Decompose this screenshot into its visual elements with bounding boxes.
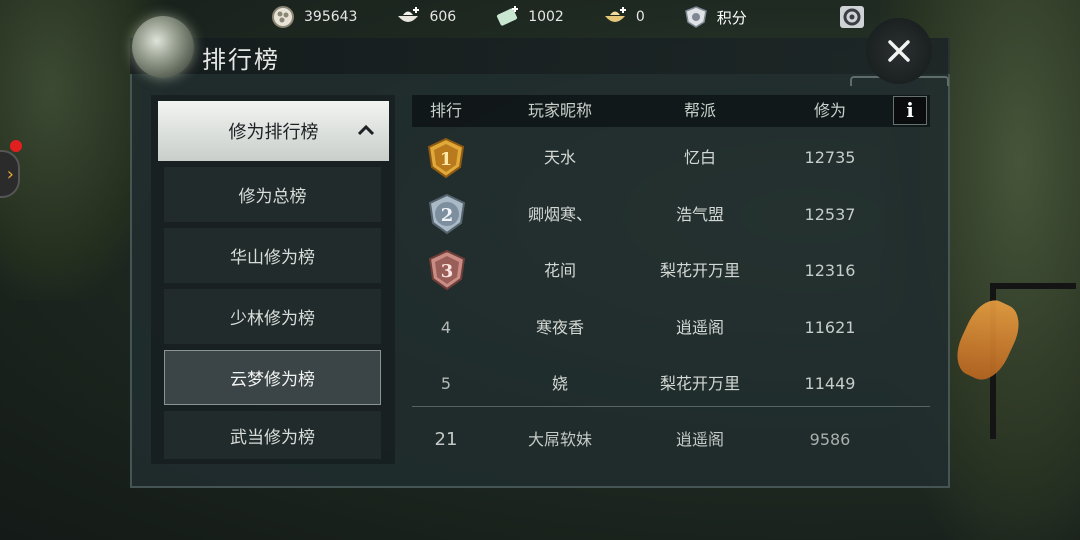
score-value: 12537 bbox=[804, 205, 856, 224]
resource-ingot-bowl[interactable]: 606 bbox=[395, 6, 456, 28]
notification-dot bbox=[10, 140, 22, 152]
column-header-rank: 排行 bbox=[429, 101, 462, 120]
guild-name: 梨花开万里 bbox=[659, 374, 740, 393]
close-icon bbox=[888, 40, 910, 62]
score-value: 12316 bbox=[804, 261, 856, 280]
score-value: 11621 bbox=[804, 318, 856, 337]
my-rank-number: 21 bbox=[434, 429, 458, 450]
coin-purse-icon bbox=[270, 6, 296, 28]
rank-number: 5 bbox=[440, 374, 452, 393]
menu-item-wudang[interactable]: 武当修为榜 bbox=[164, 411, 381, 459]
guild-name: 浩气盟 bbox=[675, 205, 724, 224]
score-value: 12735 bbox=[804, 148, 856, 167]
gold-ingot-value: 0 bbox=[635, 9, 645, 25]
resource-jade[interactable]: 1002 bbox=[494, 6, 564, 28]
table-divider bbox=[412, 406, 930, 407]
ingot-bowl-icon bbox=[395, 6, 421, 28]
close-button[interactable] bbox=[866, 18, 932, 84]
resource-bar: 395643 606 1002 0 积分 bbox=[270, 0, 785, 34]
info-button[interactable]: i bbox=[893, 96, 927, 125]
menu-item-huashan[interactable]: 华山修为榜 bbox=[164, 228, 381, 283]
menu-header-label: 修为排行榜 bbox=[228, 122, 319, 143]
bronze-medal-icon: 3 bbox=[428, 249, 466, 291]
chevron-up-icon bbox=[357, 121, 375, 142]
resource-points[interactable]: 积分 bbox=[683, 6, 747, 28]
jade-value: 1002 bbox=[528, 9, 564, 25]
guild-name: 逍遥阁 bbox=[675, 318, 724, 337]
medal-rank-1: 1 bbox=[440, 149, 453, 170]
my-player-name: 大屌软妹 bbox=[527, 430, 592, 449]
guild-name: 忆白 bbox=[683, 148, 716, 167]
player-name: 花间 bbox=[543, 261, 576, 280]
menu-item-shaolin[interactable]: 少林修为榜 bbox=[164, 289, 381, 344]
medal-rank-2: 2 bbox=[441, 205, 454, 226]
settings-gear-icon[interactable] bbox=[838, 4, 866, 30]
player-name: 卿烟寒、 bbox=[527, 205, 592, 224]
points-label: 积分 bbox=[716, 8, 747, 27]
menu-item-yunmeng[interactable]: 云梦修为榜 bbox=[164, 350, 381, 405]
score-value: 11449 bbox=[804, 374, 856, 393]
column-header-player: 玩家昵称 bbox=[527, 101, 592, 120]
jade-ticket-icon bbox=[494, 6, 520, 28]
my-score-value: 9586 bbox=[809, 430, 851, 449]
gold-ingot-icon bbox=[602, 6, 628, 28]
gold-medal-icon: 1 bbox=[427, 137, 465, 179]
menu-header-button[interactable]: 修为排行榜 bbox=[158, 101, 389, 161]
player-name: 寒夜香 bbox=[535, 318, 584, 337]
moon-emblem-icon bbox=[132, 16, 194, 78]
resource-gold-ingot[interactable]: 0 bbox=[602, 6, 645, 28]
column-header-guild: 帮派 bbox=[683, 101, 716, 120]
player-name: 天水 bbox=[543, 148, 576, 167]
my-guild-name: 逍遥阁 bbox=[675, 430, 724, 449]
resource-coins[interactable]: 395643 bbox=[270, 6, 357, 28]
silver-medal-icon: 2 bbox=[428, 193, 466, 235]
ingot-bowl-value: 606 bbox=[429, 9, 457, 25]
column-header-score: 修为 bbox=[813, 101, 846, 120]
menu-item-total[interactable]: 修为总榜 bbox=[164, 167, 381, 222]
guild-name: 梨花开万里 bbox=[659, 261, 740, 280]
shield-emblem-icon bbox=[683, 6, 709, 28]
medal-rank-3: 3 bbox=[441, 261, 454, 282]
player-name: 娆 bbox=[551, 374, 568, 393]
coins-value: 395643 bbox=[304, 9, 358, 25]
rank-number: 4 bbox=[440, 318, 452, 337]
page-title: 排行榜 bbox=[202, 46, 280, 74]
